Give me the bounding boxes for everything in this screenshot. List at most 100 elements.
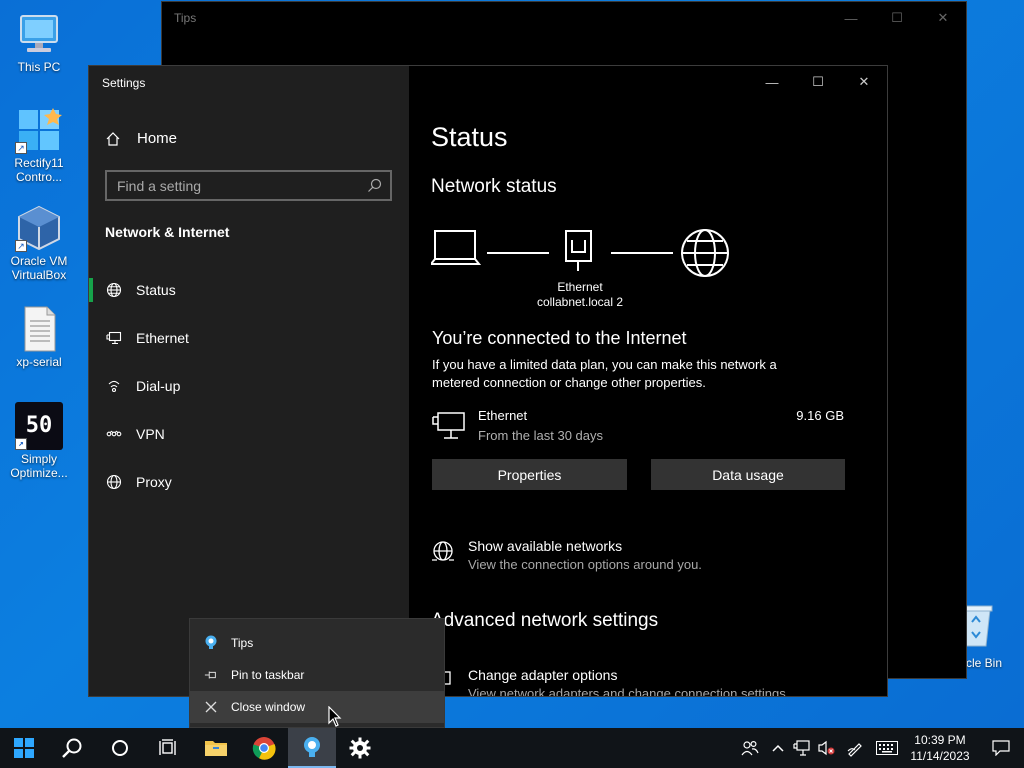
- properties-button[interactable]: Properties: [432, 459, 627, 490]
- file-explorer-button[interactable]: [192, 728, 240, 768]
- context-item-label: Close window: [231, 700, 306, 714]
- settings-window[interactable]: Settings Home Find a setting Network & I…: [88, 65, 888, 697]
- desktop-icon-this-pc[interactable]: This PC: [1, 10, 77, 74]
- computer-icon: [15, 10, 63, 58]
- adapter-options-title: Change adapter options: [468, 667, 618, 683]
- shortcut-arrow-icon: ↗: [15, 240, 27, 252]
- gear-icon: [349, 737, 371, 759]
- close-icon: [204, 701, 218, 713]
- show-networks-title: Show available networks: [468, 538, 623, 554]
- cortana-button[interactable]: [96, 728, 144, 768]
- chrome-button[interactable]: [240, 728, 288, 768]
- nav-item-label: Proxy: [136, 474, 172, 490]
- laptop-icon: [431, 230, 482, 265]
- search-icon[interactable]: [367, 178, 382, 196]
- nav-item-label: VPN: [136, 426, 165, 442]
- tips-bulb-icon: [204, 635, 218, 651]
- desktop-icon-label: ycle Bin: [960, 656, 1003, 670]
- globe-icon: [105, 281, 123, 299]
- window-title: Settings: [102, 76, 146, 90]
- network-tray-button[interactable]: [790, 728, 814, 768]
- context-item-tips[interactable]: Tips: [190, 627, 444, 659]
- home-nav-item[interactable]: Home: [105, 130, 177, 147]
- ethernet-icon: [432, 412, 466, 445]
- shortcut-arrow-icon: ↗: [15, 142, 27, 154]
- notification-icon: [992, 740, 1010, 756]
- nav-item-ethernet[interactable]: Ethernet: [89, 314, 409, 362]
- context-item-pin-to-taskbar[interactable]: Pin to taskbar: [190, 659, 444, 691]
- desktop-icon-label: Oracle VM VirtualBox: [10, 254, 68, 282]
- settings-taskbar-button[interactable]: [336, 728, 384, 768]
- section-title: Network & Internet: [105, 224, 230, 240]
- page-title: Status: [431, 122, 508, 152]
- close-button[interactable]: ✕: [841, 66, 887, 98]
- globe-network-icon: [431, 540, 455, 569]
- volume-muted-icon: [818, 740, 835, 756]
- people-button[interactable]: [734, 728, 766, 768]
- network-name: collabnet.local 2: [536, 295, 624, 309]
- show-available-networks-link[interactable]: Show available networks View the connect…: [431, 538, 831, 578]
- desktop-icon-virtualbox[interactable]: ↗ Oracle VM VirtualBox: [1, 204, 77, 282]
- settings-sidebar: Settings Home Find a setting Network & I…: [89, 66, 409, 696]
- desktop-icon-label: Simply Optimize...: [10, 452, 68, 480]
- action-center-button[interactable]: [978, 728, 1024, 768]
- nav-item-label: Status: [136, 282, 176, 298]
- task-view-icon: [159, 739, 176, 755]
- settings-main: — ☐ ✕ Status Network status Ethernet col…: [409, 66, 887, 696]
- tips-taskbar-button[interactable]: [288, 728, 336, 768]
- connected-title: You’re connected to the Internet: [432, 328, 687, 348]
- nav-item-status[interactable]: Status: [89, 266, 409, 314]
- tips-bulb-icon: [304, 737, 320, 757]
- search-placeholder: Find a setting: [117, 177, 202, 194]
- change-adapter-options-link[interactable]: Change adapter options View network adap…: [431, 667, 831, 696]
- virtualbox-icon: ↗: [15, 204, 63, 252]
- task-view-button[interactable]: [144, 728, 192, 768]
- nav-item-dial-up[interactable]: Dial-up: [89, 362, 409, 410]
- nav-item-label: Dial-up: [136, 378, 181, 394]
- nav-item-proxy[interactable]: Proxy: [89, 458, 409, 506]
- close-button[interactable]: ✕: [920, 2, 966, 34]
- network-wired-icon: [793, 740, 810, 756]
- search-icon: [62, 738, 82, 758]
- keyboard-icon: [876, 741, 898, 755]
- maximize-button[interactable]: ☐: [795, 66, 841, 98]
- desktop-icon-simply-optimize[interactable]: 50 ↗ Simply Optimize...: [1, 402, 77, 480]
- maximize-button[interactable]: ☐: [874, 2, 920, 34]
- nav-item-label: Ethernet: [136, 330, 189, 346]
- nav-item-vpn[interactable]: VPN: [89, 410, 409, 458]
- system-tray: 10:39 PM 11/14/2023: [734, 728, 1024, 768]
- data-usage-button[interactable]: Data usage: [651, 459, 845, 490]
- search-button[interactable]: [48, 728, 96, 768]
- ethernet-port-icon: [565, 230, 592, 271]
- show-networks-desc: View the connection options around you.: [468, 557, 702, 572]
- context-item-label: Pin to taskbar: [231, 668, 305, 682]
- clock-time: 10:39 PM: [914, 733, 966, 747]
- minimize-button[interactable]: —: [749, 66, 795, 98]
- volume-tray-button[interactable]: [814, 728, 838, 768]
- desktop-icon-xp-serial[interactable]: xp-serial: [1, 305, 77, 369]
- proxy-icon: [105, 473, 123, 491]
- usage-adapter-name: Ethernet: [478, 408, 528, 423]
- clock[interactable]: 10:39 PM 11/14/2023: [902, 728, 978, 768]
- adapter-caption: Ethernet collabnet.local 2: [535, 280, 625, 310]
- home-label: Home: [137, 130, 178, 147]
- search-input[interactable]: Find a setting: [105, 170, 392, 201]
- start-button[interactable]: [0, 728, 48, 768]
- pen-icon: [847, 743, 862, 757]
- pen-workspace-button[interactable]: [838, 728, 872, 768]
- chevron-up-icon: [772, 744, 784, 752]
- rectify11-icon: ↗: [15, 106, 63, 154]
- simply-optimize-icon-text: 50: [25, 413, 53, 438]
- taskbar-context-menu: Tips Pin to taskbar Close window: [189, 618, 445, 728]
- context-item-close-window[interactable]: Close window: [190, 691, 444, 723]
- shortcut-arrow-icon: ↗: [15, 438, 27, 450]
- text-file-icon: [15, 305, 63, 353]
- show-hidden-icons-button[interactable]: [766, 728, 790, 768]
- usage-amount: 9.16 GB: [796, 408, 844, 423]
- clock-date: 11/14/2023: [910, 749, 970, 763]
- advanced-settings-heading: Advanced network settings: [431, 610, 659, 631]
- touch-keyboard-button[interactable]: [872, 728, 902, 768]
- taskbar: 10:39 PM 11/14/2023: [0, 728, 1024, 768]
- minimize-button[interactable]: —: [828, 2, 874, 34]
- desktop-icon-rectify11[interactable]: ↗ Rectify11 Contro...: [1, 106, 77, 184]
